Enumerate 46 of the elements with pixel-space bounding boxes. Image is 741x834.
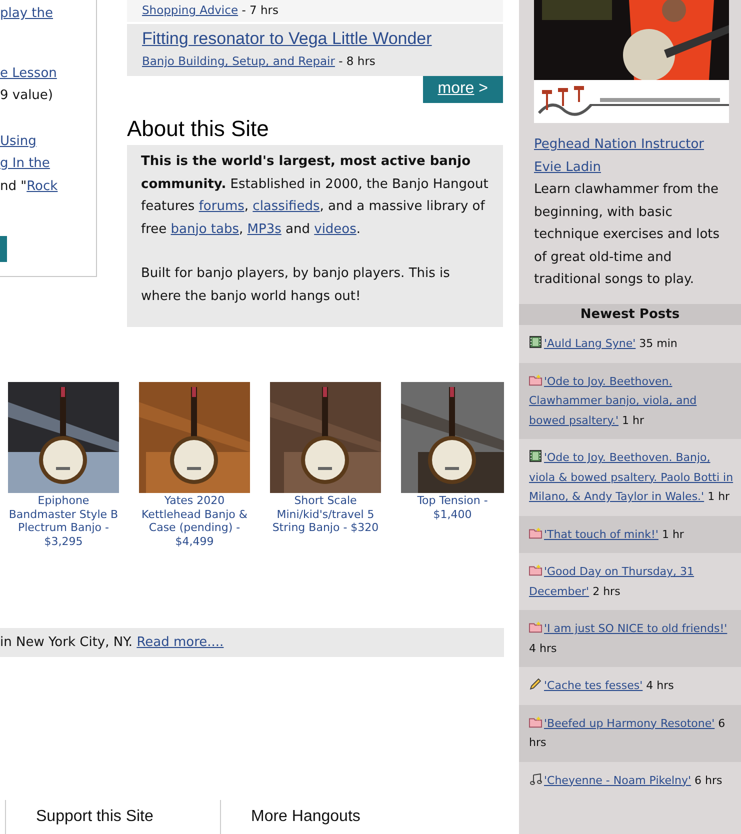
music-note-icon [529,772,542,784]
ad-description: Learn clawhammer from the beginning, with basic technique exercises and lots of great old-time and traditional songs to play. [534,181,721,289]
text: nd " [0,178,27,194]
post-title-link[interactable]: Fitting resonator to Vega Little Wonder [142,29,432,49]
text-link[interactable]: play the [0,6,53,21]
listing-caption[interactable]: Short Scale Mini/kid's/travel 5 String Banjo - $320 [270,494,381,534]
folder-icon [529,621,542,633]
film-icon [529,450,542,462]
post-time: - 8 hrs [338,54,376,68]
text-link[interactable]: Using [0,134,36,148]
forum-link[interactable]: Shopping Advice [142,3,238,17]
folder-icon [529,716,542,728]
text-link[interactable]: banjo tabs [170,222,240,236]
action-button[interactable] [0,236,7,262]
folder-icon [529,526,542,538]
film-icon [529,336,542,348]
folder-icon [529,374,542,386]
news-text: in New York City, NY. Read more.... [0,634,224,650]
post-entry[interactable]: 'That touch of mink!' 1 hr [519,516,741,553]
post-entry[interactable]: 'I am just SO NICE to old friends!' 4 hrs [519,610,741,667]
listing-caption[interactable]: Epiphone Bandmaster Style B Plectrum Banjo - $3,295 [8,494,119,548]
post-entry[interactable]: 'Beefed up Harmony Resotone' 6 hrs [519,704,741,762]
post-time: - 7 hrs [242,3,278,17]
listing-caption[interactable]: Yates 2020 Kettlehead Banjo & Case (pending) - $4,499 [139,494,250,548]
forum-link[interactable]: Banjo Building, Setup, and Repair [142,54,335,68]
post-entry[interactable]: 'Ode to Joy. Beethoven. Clawhammer banjo, viola, and bowed psaltery.' 1 hr [519,362,741,439]
ad-link[interactable]: Peghead Nation Instructor Evie Ladin [534,134,731,179]
footer-heading: Support this Site [36,808,154,825]
about-paragraph: This is the world's largest, most active banjo community. Established in 2000, the Banjo Hangout features forums, classifieds, and a massive library of free banjo tabs, MP3s and videos. [141,153,489,238]
text-link[interactable]: Rock [26,178,58,194]
sidebar-heading: Newest Posts [519,304,741,325]
folder-icon [529,564,542,576]
read-more-link[interactable]: Read more.... [136,634,224,650]
text-link[interactable]: g In the [0,156,50,171]
text: 9 value) [0,88,53,103]
about-paragraph: Built for banjo players, by banjo players. This is where the banjo world hangs out! [141,265,451,306]
text-link[interactable]: forums [198,199,244,214]
pencil-icon [529,678,542,690]
section-heading: About this Site [127,116,270,142]
listing-caption[interactable]: Top Tension - $1,400 [401,494,504,521]
text-link[interactable]: classifieds [252,199,320,214]
more-button[interactable]: more > [422,76,503,103]
text-link[interactable]: videos [314,222,356,236]
footer-heading: More Hangouts [251,808,360,825]
text-link[interactable]: MP3s [247,222,282,236]
text-link[interactable]: e Lesson [0,66,57,80]
